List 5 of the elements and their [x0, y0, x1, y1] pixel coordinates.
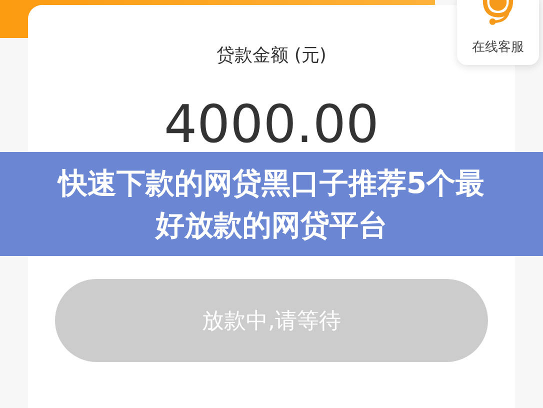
banner-title: 快速下款的网贷黑口子推荐5个最好放款的网贷平台	[56, 165, 486, 244]
support-label: 在线客服	[472, 39, 524, 56]
loan-amount: 4000.00	[164, 97, 380, 154]
support-widget[interactable]: 在线客服	[457, 0, 539, 65]
amount-label: 贷款金额 (元)	[216, 44, 326, 67]
